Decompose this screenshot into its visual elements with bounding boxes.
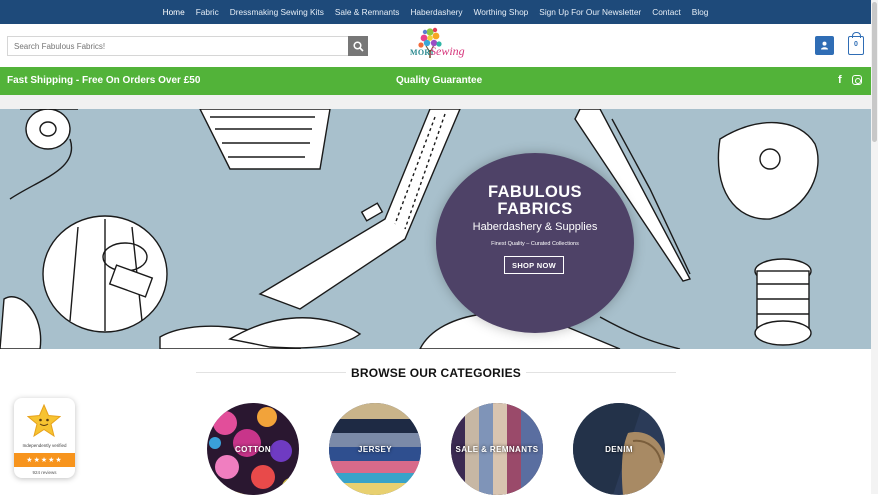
categories-title: BROWSE OUR CATEGORIES <box>351 366 521 380</box>
nav-sale-remnants[interactable]: Sale & Remnants <box>329 7 405 17</box>
category-denim[interactable]: DENIM <box>573 403 665 495</box>
nav-contact[interactable]: Contact <box>647 7 687 17</box>
hero-title-line1: FABULOUS <box>488 183 582 201</box>
category-cotton[interactable]: COTTON <box>207 403 299 495</box>
nav-fabric[interactable]: Fabric <box>190 7 224 17</box>
user-icon <box>821 41 828 50</box>
rating-stars: ★★★★★ <box>14 453 75 467</box>
hero-title-line2: FABRICS <box>497 200 573 218</box>
categories-heading: BROWSE OUR CATEGORIES <box>196 366 676 380</box>
account-button[interactable] <box>815 36 834 55</box>
review-badge[interactable]: Independently verified ★★★★★ 924 reviews <box>14 398 75 478</box>
nav-haberdashery[interactable]: Haberdashery <box>405 7 468 17</box>
nav-home[interactable]: Home <box>157 7 190 17</box>
cart-button[interactable]: 0 <box>848 32 864 55</box>
search-icon <box>352 40 364 52</box>
hero-tagline: Finest Quality – Curated Collections <box>491 241 579 247</box>
promo-bar: Fast Shipping - Free On Orders Over £50 … <box>0 67 871 95</box>
instagram-icon[interactable] <box>852 75 862 85</box>
top-navigation: Home Fabric Dressmaking Sewing Kits Sale… <box>0 0 871 24</box>
category-jersey-label: JERSEY <box>358 445 392 454</box>
reviews-count: 924 reviews <box>32 470 57 475</box>
shop-now-button[interactable]: SHOP NOW <box>504 256 564 274</box>
facebook-icon[interactable]: f <box>838 74 842 86</box>
category-cotton-label: COTTON <box>234 445 272 454</box>
page-scrollbar[interactable] <box>871 0 878 494</box>
scrollbar-thumb[interactable] <box>872 2 877 142</box>
category-sale-remnants-label: SALE & REMNANTS <box>455 445 539 454</box>
site-logo[interactable]: MORI Sewing <box>400 26 472 66</box>
category-jersey[interactable]: JERSEY <box>329 403 421 495</box>
hero-subtitle: Haberdashery & Supplies <box>472 221 598 233</box>
logo-text-sewing: Sewing <box>430 44 465 58</box>
shipping-promo-text: Fast Shipping - Free On Orders Over £50 <box>7 75 201 86</box>
header-spacer <box>0 95 871 109</box>
verified-text: Independently verified <box>22 443 67 448</box>
nav-worthing-shop[interactable]: Worthing Shop <box>468 7 534 17</box>
search-input[interactable] <box>7 36 348 56</box>
category-denim-label: DENIM <box>605 445 633 454</box>
hero-banner[interactable]: FABULOUS FABRICS Haberdashery & Supplies… <box>0 109 871 349</box>
hero-promo-circle: FABULOUS FABRICS Haberdashery & Supplies… <box>436 153 634 333</box>
site-header: MORI Sewing 0 <box>0 24 871 67</box>
quality-guarantee-text: Quality Guarantee <box>396 75 483 86</box>
search-button[interactable] <box>348 36 368 56</box>
category-sale-remnants[interactable]: SALE & REMNANTS <box>451 403 543 495</box>
star-mascot-icon <box>27 404 61 438</box>
hero-title: FABULOUS FABRICS <box>436 184 634 218</box>
nav-dressmaking-kits[interactable]: Dressmaking Sewing Kits <box>224 7 329 17</box>
nav-blog[interactable]: Blog <box>686 7 714 17</box>
nav-newsletter[interactable]: Sign Up For Our Newsletter <box>534 7 647 17</box>
